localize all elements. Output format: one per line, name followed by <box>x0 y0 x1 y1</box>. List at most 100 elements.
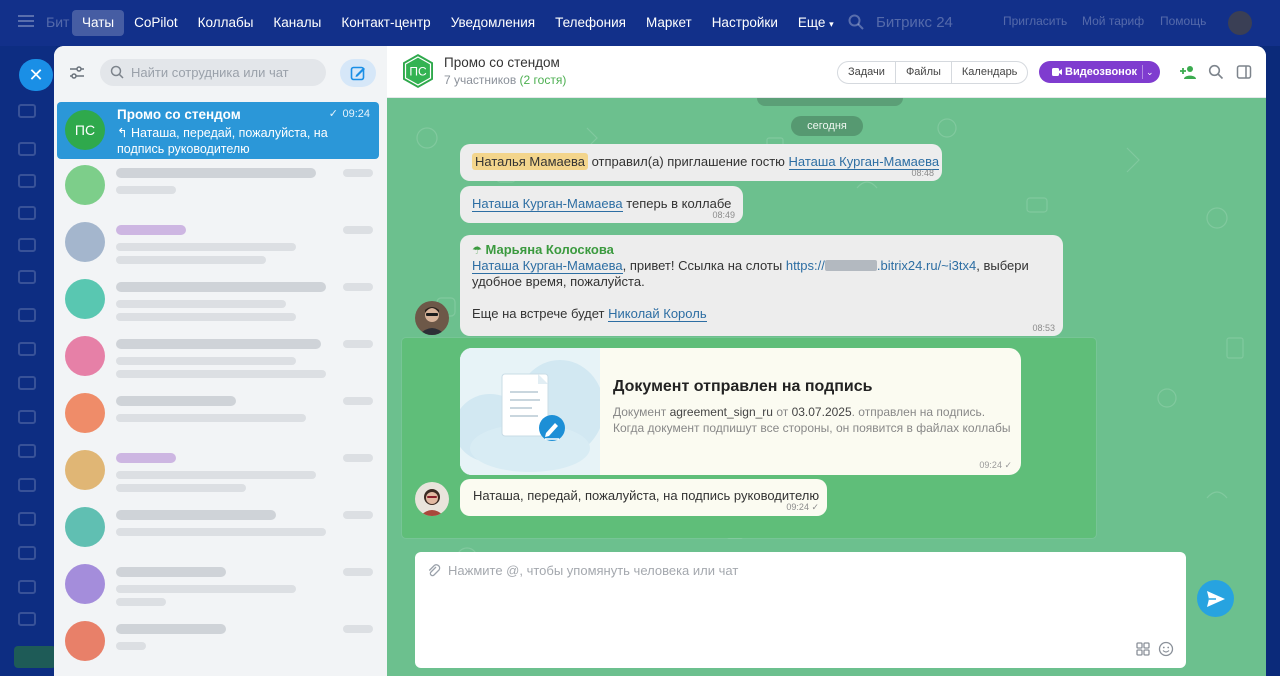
blurred-text <box>116 225 186 235</box>
user-photo <box>415 301 449 335</box>
chat-list-item[interactable] <box>54 387 387 444</box>
blurred-text <box>116 370 326 378</box>
chat-list-item[interactable] <box>54 330 387 387</box>
chat-list-item[interactable] <box>54 216 387 273</box>
document-sign-card[interactable]: Документ отправлен на подпись Документ a… <box>460 348 1021 475</box>
menu-item-market[interactable]: Маркет <box>636 10 702 36</box>
video-call-button[interactable]: Видеозвонок ⌄ <box>1039 61 1160 83</box>
menu-item-notifications[interactable]: Уведомления <box>441 10 545 36</box>
menu-item-contact-center[interactable]: Контакт-центр <box>331 10 440 36</box>
user-mention-link[interactable]: Наташа Курган-Мамаева <box>472 258 623 274</box>
top-menu: Чаты CoPilot Коллабы Каналы Контакт-цент… <box>72 9 844 37</box>
tab-tasks[interactable]: Задачи <box>838 62 896 83</box>
avatar[interactable] <box>415 301 449 335</box>
rail-icon[interactable] <box>18 410 36 424</box>
camera-icon <box>1052 68 1062 76</box>
tab-files[interactable]: Файлы <box>896 62 952 83</box>
avatar <box>65 165 105 205</box>
rail-icon[interactable] <box>18 546 36 560</box>
blurred-text <box>116 567 226 577</box>
chat-header-avatar[interactable]: ПС <box>400 53 436 89</box>
rail-icon[interactable] <box>18 142 36 156</box>
chevron-down-icon[interactable]: ⌄ <box>1146 61 1154 83</box>
message-bubble[interactable]: ☂ Марьяна Колоскова Наташа Курган-Мамаев… <box>460 235 1063 336</box>
rail-icon[interactable] <box>18 376 36 390</box>
rail-icon[interactable] <box>18 444 36 458</box>
rail-icon[interactable] <box>18 612 36 626</box>
rail-icon[interactable] <box>18 308 36 322</box>
menu-item-collabs[interactable]: Коллабы <box>188 10 264 36</box>
slots-url[interactable]: https:// .bitrix24.ru/~i3tx4 <box>786 258 976 273</box>
user-mention-link[interactable]: Наташа Курган-Мамаева <box>472 196 623 212</box>
search-input[interactable]: Найти сотрудника или чат <box>100 59 326 86</box>
svg-text:ПС: ПС <box>75 122 95 138</box>
menu-hamburger-icon[interactable] <box>18 15 34 27</box>
message-composer[interactable]: Нажмите @, чтобы упомянуть человека или … <box>415 552 1186 668</box>
chat-list-item[interactable] <box>54 444 387 501</box>
rail-icon[interactable] <box>18 478 36 492</box>
send-button[interactable] <box>1197 580 1234 617</box>
blurred-time <box>343 340 373 348</box>
blurred-text <box>116 598 166 606</box>
sidebar-panel-icon[interactable] <box>1236 64 1252 80</box>
tab-calendar[interactable]: Календарь <box>952 62 1028 83</box>
add-user-icon[interactable] <box>1180 64 1196 80</box>
apps-grid-icon[interactable] <box>1135 641 1151 657</box>
avatar <box>65 336 105 376</box>
message-text: , выбери <box>976 258 1029 273</box>
rail-icon[interactable] <box>18 174 36 188</box>
rail-icon[interactable] <box>18 270 36 284</box>
chat-list-item[interactable] <box>54 159 387 216</box>
chat-messages-area[interactable]: сегодня Наталья Мамаева отправил(а) приг… <box>387 98 1266 676</box>
message-time: 08:48 <box>911 168 934 178</box>
filter-icon[interactable] <box>69 65 85 81</box>
avatar <box>65 450 105 490</box>
user-avatar[interactable] <box>1228 11 1252 35</box>
menu-item-copilot[interactable]: CoPilot <box>124 10 188 36</box>
message-text: Еще на встрече будет <box>472 306 605 321</box>
blurred-time <box>343 226 373 234</box>
system-message[interactable]: Наташа Курган-Мамаева теперь в коллабе 0… <box>460 186 743 223</box>
menu-item-settings[interactable]: Настройки <box>702 10 788 36</box>
system-message[interactable]: Наталья Мамаева отправил(а) приглашение … <box>460 144 942 181</box>
message-author[interactable]: ☂ Марьяна Колоскова <box>472 242 614 257</box>
chat-list-item[interactable] <box>54 501 387 558</box>
invite-link[interactable]: Пригласить <box>1003 14 1067 28</box>
avatar <box>65 507 105 547</box>
rail-icon[interactable] <box>18 512 36 526</box>
menu-item-more[interactable]: Еще ▾ <box>788 10 844 36</box>
chat-participants[interactable]: 7 участников (2 гостя) <box>444 73 566 87</box>
user-mention-link[interactable]: Николай Король <box>608 306 707 322</box>
divider <box>1142 65 1143 79</box>
author-chip[interactable]: Наталья Мамаева <box>472 153 588 170</box>
chat-list-item[interactable] <box>54 273 387 330</box>
menu-item-chats[interactable]: Чаты <box>72 10 125 36</box>
search-icon[interactable] <box>848 14 864 30</box>
new-chat-button[interactable] <box>340 59 376 87</box>
blurred-text <box>116 357 296 365</box>
help-link[interactable]: Помощь <box>1160 14 1206 28</box>
search-icon[interactable] <box>1208 64 1224 80</box>
message-bubble[interactable]: Наташа, передай, пожалуйста, на подпись … <box>460 479 827 516</box>
avatar[interactable] <box>415 482 449 516</box>
tariff-link[interactable]: Мой тариф <box>1082 14 1144 28</box>
menu-item-channels[interactable]: Каналы <box>263 10 331 36</box>
rail-icon[interactable] <box>18 238 36 252</box>
attach-icon[interactable] <box>427 564 441 578</box>
emoji-icon[interactable] <box>1158 641 1174 657</box>
blurred-time <box>343 625 373 633</box>
document-illustration-icon <box>460 348 600 475</box>
card-title: Документ отправлен на подпись <box>613 378 873 395</box>
chat-last-message: ↰ Наташа, передай, пожалуйста, на подпис… <box>117 126 328 156</box>
document-name[interactable]: agreement_sign_ru <box>670 405 773 419</box>
chat-header-title[interactable]: Промо со стендом <box>444 55 560 70</box>
chat-list-item-active[interactable]: ПС Промо со стендом ✓ 09:24 ↰ Наташа, пе… <box>57 102 379 159</box>
rail-icon[interactable] <box>18 206 36 220</box>
rail-icon[interactable] <box>18 342 36 356</box>
menu-item-telephony[interactable]: Телефония <box>545 10 636 36</box>
chat-list-item[interactable] <box>54 558 387 615</box>
chat-list-item[interactable] <box>54 615 387 672</box>
rail-icon[interactable] <box>18 104 36 118</box>
close-icon[interactable]: ✕ <box>19 59 53 91</box>
rail-icon[interactable] <box>18 580 36 594</box>
